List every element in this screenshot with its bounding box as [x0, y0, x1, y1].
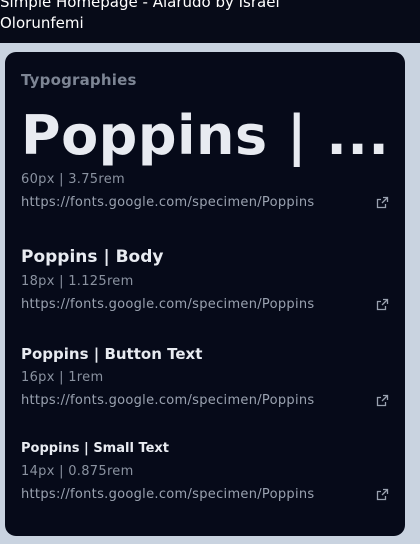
- external-link-icon[interactable]: [376, 196, 389, 209]
- sample-link-row: https://fonts.google.com/specimen/Poppin…: [21, 393, 389, 408]
- external-link-icon[interactable]: [376, 298, 389, 311]
- sample-title: Poppins | Small Text: [21, 441, 169, 456]
- specimen-link[interactable]: https://fonts.google.com/specimen/Poppin…: [21, 297, 315, 312]
- specimen-link[interactable]: https://fonts.google.com/specimen/Poppin…: [21, 195, 315, 210]
- sample-size: 60px | 3.75rem: [21, 172, 125, 187]
- page-title: Simple Homepage - Alarudo by Israel Olor…: [0, 0, 280, 32]
- typography-sample-body: Poppins | Body 18px | 1.125rem https://f…: [21, 246, 389, 312]
- sample-title: Poppins | ...: [21, 104, 390, 167]
- external-link-icon[interactable]: [376, 394, 389, 407]
- sample-size: 18px | 1.125rem: [21, 274, 134, 289]
- typography-sample-heading: Poppins | ... 60px | 3.75rem https://fon…: [21, 104, 389, 210]
- typography-card: Typographies Poppins | ... 60px | 3.75re…: [5, 52, 405, 536]
- sample-title: Poppins | Body: [21, 247, 164, 267]
- sample-size: 14px | 0.875rem: [21, 464, 134, 479]
- sample-size: 16px | 1rem: [21, 370, 104, 385]
- page-header: Simple Homepage - Alarudo by Israel Olor…: [0, 0, 420, 43]
- sample-link-row: https://fonts.google.com/specimen/Poppin…: [21, 195, 389, 210]
- typography-sample-button: Poppins | Button Text 16px | 1rem https:…: [21, 344, 389, 408]
- sample-title: Poppins | Button Text: [21, 345, 203, 363]
- specimen-link[interactable]: https://fonts.google.com/specimen/Poppin…: [21, 487, 315, 502]
- external-link-icon[interactable]: [376, 488, 389, 501]
- section-label: Typographies: [21, 71, 137, 89]
- typography-sample-small: Poppins | Small Text 14px | 0.875rem htt…: [21, 440, 389, 502]
- sample-link-row: https://fonts.google.com/specimen/Poppin…: [21, 297, 389, 312]
- sample-link-row: https://fonts.google.com/specimen/Poppin…: [21, 487, 389, 502]
- specimen-link[interactable]: https://fonts.google.com/specimen/Poppin…: [21, 393, 315, 408]
